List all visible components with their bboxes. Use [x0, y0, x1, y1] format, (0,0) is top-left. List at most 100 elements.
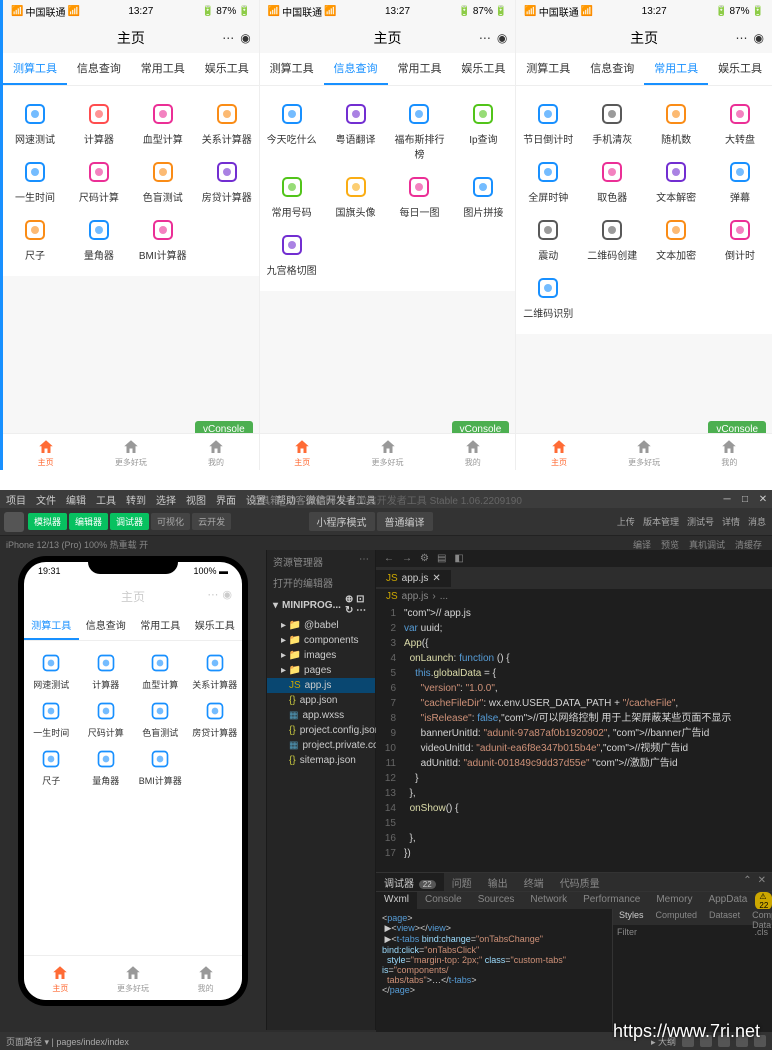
tool-item[interactable]: 一生时间 — [3, 152, 67, 210]
toolbar-action[interactable]: 消息 — [748, 515, 766, 528]
collapse-icon[interactable]: ⌃ — [743, 875, 751, 886]
debug-tab[interactable]: 输出 — [480, 873, 516, 891]
tab-info[interactable]: 信息查询 — [580, 53, 644, 85]
tool-item[interactable]: 国旗头像 — [324, 167, 388, 225]
tool-item[interactable]: 九宫格切图 — [260, 225, 324, 283]
explorer-item[interactable]: ▸ 📁 images — [267, 648, 375, 663]
tab-calc[interactable]: 测算工具 — [260, 53, 324, 85]
explorer-item[interactable]: {} app.json — [267, 693, 375, 708]
tool-item[interactable]: Ip查询 — [451, 94, 515, 167]
mode-dropdown[interactable]: 小程序模式 — [309, 512, 375, 531]
explorer-item[interactable]: ▸ 📁 pages — [267, 663, 375, 678]
nav-item[interactable]: 主页 — [24, 960, 97, 996]
wxml-inspector[interactable]: <page> ▶<view></view> ▶<t-tabs bind:chan… — [376, 909, 612, 1031]
toolbar-action[interactable]: 版本管理 — [643, 515, 679, 528]
filter-input[interactable]: Filter — [617, 927, 637, 937]
tool-item[interactable]: 血型计算 — [131, 94, 195, 152]
tab-fun[interactable]: 娱乐工具 — [451, 53, 515, 85]
close-icon[interactable]: ✕ — [754, 494, 772, 505]
nav-item[interactable]: 我的 — [173, 434, 258, 470]
tool-item[interactable]: 尺子 — [3, 210, 67, 268]
tool-item[interactable]: 量角器 — [79, 743, 134, 791]
tool-item[interactable]: 二维码创建 — [580, 210, 644, 268]
tab-calc[interactable]: 测算工具 — [3, 53, 67, 85]
tool-item[interactable]: 计算器 — [79, 647, 134, 695]
nav-item[interactable]: 主页 — [516, 434, 601, 470]
target-icon[interactable]: ◉ — [754, 31, 764, 45]
tool-item[interactable]: 大转盘 — [708, 94, 772, 152]
tool-item[interactable]: 色盲测试 — [133, 695, 188, 743]
debug-subtab[interactable]: Wxml — [376, 892, 417, 909]
tab-calc[interactable]: 测算工具 — [516, 53, 580, 85]
explorer-item[interactable]: ▸ 📁 components — [267, 633, 375, 648]
tab-fun[interactable]: 娱乐工具 — [195, 53, 259, 85]
tool-item[interactable]: BMI计算器 — [131, 210, 195, 268]
tab-info[interactable]: 信息查询 — [324, 53, 388, 85]
nav-item[interactable]: 更多好玩 — [97, 960, 170, 996]
tool-item[interactable]: 计算器 — [67, 94, 131, 152]
tool-item[interactable]: 取色器 — [580, 152, 644, 210]
menu-item[interactable]: 选择 — [156, 492, 176, 507]
tool-item[interactable]: 倒计时 — [708, 210, 772, 268]
debug-tab[interactable]: 终端 — [516, 873, 552, 891]
more-icon[interactable]: ⋯ — [736, 31, 748, 45]
nav-item[interactable]: 更多好玩 — [88, 434, 173, 470]
debug-subtab[interactable]: Console — [417, 892, 470, 909]
toolbar-action[interactable]: 上传 — [617, 515, 635, 528]
explorer-root[interactable]: MINIPROG... — [282, 600, 341, 611]
toolbar-action[interactable]: 预览 — [661, 538, 679, 551]
toolbar-action[interactable]: 清缓存 — [735, 538, 762, 551]
explorer-item[interactable]: ▦ app.wxss — [267, 708, 375, 723]
toolbar-action[interactable]: 真机调试 — [689, 538, 725, 551]
tool-item[interactable]: 今天吃什么 — [260, 94, 324, 167]
menu-item[interactable]: 文件 — [36, 492, 56, 507]
debug-tab[interactable]: 问题 — [444, 873, 480, 891]
tool-item[interactable]: 一生时间 — [24, 695, 79, 743]
debug-subtab[interactable]: Network — [522, 892, 575, 909]
explorer-item[interactable]: {} sitemap.json — [267, 753, 375, 768]
tool-item[interactable]: 尺码计算 — [79, 695, 134, 743]
styles-tab[interactable]: Styles — [613, 909, 650, 925]
tool-item[interactable]: BMI计算器 — [133, 743, 188, 791]
mode-button[interactable]: 模拟器 — [28, 513, 67, 530]
cls-toggle[interactable]: .cls — [755, 927, 769, 937]
open-editors[interactable]: 打开的编辑器 — [267, 573, 375, 592]
more-icon[interactable]: ⋯ — [207, 588, 218, 601]
explorer-item[interactable]: ▦ project.private.config.js... — [267, 738, 375, 753]
menu-item[interactable]: 界面 — [216, 492, 236, 507]
debug-subtab[interactable]: Memory — [648, 892, 700, 909]
nav-item[interactable]: 我的 — [169, 960, 242, 996]
nav-item[interactable]: 更多好玩 — [345, 434, 430, 470]
close-icon[interactable]: ✕ — [758, 875, 766, 886]
sim-tab[interactable]: 信息查询 — [79, 611, 134, 640]
tab-common[interactable]: 常用工具 — [388, 53, 452, 85]
sim-tab[interactable]: 测算工具 — [24, 611, 79, 640]
tool-item[interactable]: 网速测试 — [3, 94, 67, 152]
tab-common[interactable]: 常用工具 — [644, 53, 708, 85]
page-path[interactable]: 页面路径 ▾ | pages/index/index — [6, 1035, 129, 1048]
toolbar-action[interactable]: 编译 — [633, 538, 651, 551]
minimize-icon[interactable]: ─ — [718, 494, 736, 505]
avatar[interactable] — [4, 512, 24, 532]
tool-item[interactable]: 图片拼接 — [451, 167, 515, 225]
tool-item[interactable]: 关系计算器 — [188, 647, 243, 695]
nav-item[interactable]: 更多好玩 — [602, 434, 687, 470]
close-tab-icon[interactable]: ✕ — [432, 573, 440, 584]
compile-dropdown[interactable]: 普通编译 — [377, 512, 433, 531]
debug-subtab[interactable]: AppData — [700, 892, 755, 909]
tool-item[interactable]: 色盲测试 — [131, 152, 195, 210]
tool-item[interactable]: 文本解密 — [644, 152, 708, 210]
nav-item[interactable]: 我的 — [430, 434, 515, 470]
explorer-item[interactable]: {} project.config.json — [267, 723, 375, 738]
toolbar-action[interactable]: 详情 — [722, 515, 740, 528]
tool-item[interactable]: 二维码识别 — [516, 268, 580, 326]
debug-tab[interactable]: 调试器 22 — [376, 873, 444, 891]
tool-item[interactable]: 弹幕 — [708, 152, 772, 210]
tool-item[interactable]: 网速测试 — [24, 647, 79, 695]
tool-item[interactable]: 量角器 — [67, 210, 131, 268]
styles-tab[interactable]: Component Data — [746, 909, 772, 925]
tool-item[interactable]: 节日倒计时 — [516, 94, 580, 152]
tool-icon[interactable]: ◧ — [454, 553, 463, 564]
tool-item[interactable]: 随机数 — [644, 94, 708, 152]
sim-tab[interactable]: 常用工具 — [133, 611, 188, 640]
